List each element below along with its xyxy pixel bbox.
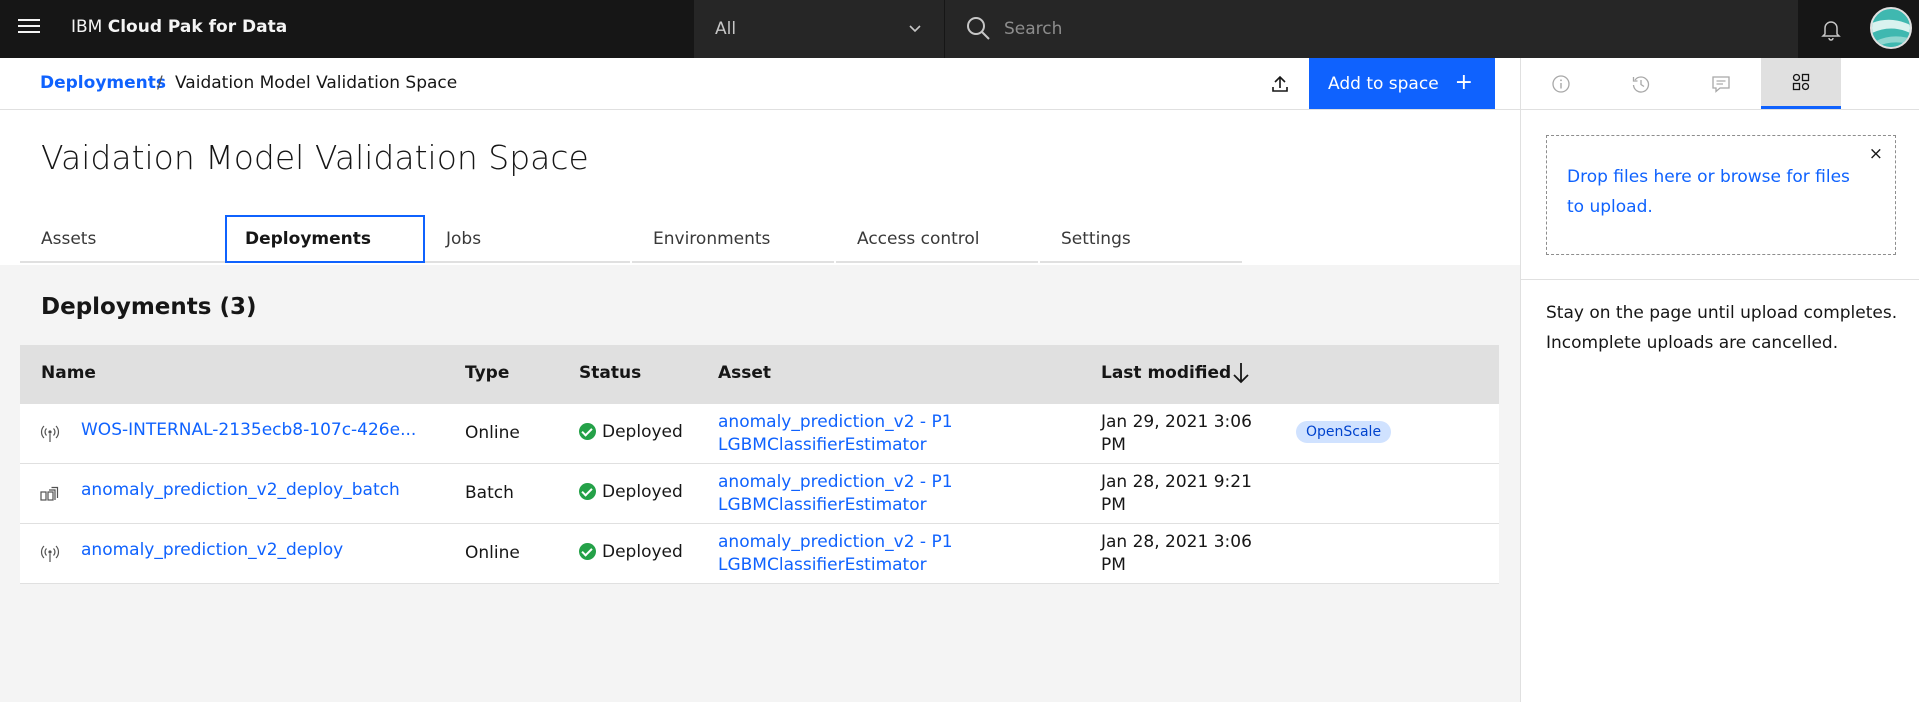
deployment-status: Deployed [579,542,683,562]
deployment-name-link[interactable]: anomaly_prediction_v2_deploy [81,540,343,560]
checkmark-success-icon [579,483,596,500]
search-scope-dropdown[interactable]: All [694,0,944,58]
openscale-tag: OpenScale [1296,421,1392,443]
deployment-status: Deployed [579,422,683,442]
tab-assets[interactable]: Assets [20,215,225,263]
page-header: Vaidation Model Validation Space Assets … [0,110,1520,265]
hamburger-menu-icon[interactable] [18,19,40,37]
asset-name: anomaly_prediction_v2 - P1 [718,532,953,552]
deployment-type: Batch [465,483,514,503]
breadcrumb-current: Vaidation Model Validation Space [175,73,458,93]
status-text: Deployed [602,422,683,442]
checkmark-success-icon [579,423,596,440]
last-modified-date: Jan 28, 2021 9:21 [1101,472,1252,492]
asset-name: anomaly_prediction_v2 - P1 [718,472,953,492]
upload-button[interactable] [1262,66,1298,102]
breadcrumb-separator: / [157,73,163,93]
status-text: Deployed [602,542,683,562]
file-dropzone[interactable]: × Drop files here or browse for files to… [1546,135,1896,255]
tab-jobs[interactable]: Jobs [425,215,630,263]
last-modified-ampm: PM [1101,435,1126,455]
column-header-last-modified[interactable]: Last modified [1101,363,1231,383]
last-modified-date: Jan 28, 2021 3:06 [1101,532,1252,552]
batch-deployment-icon [40,486,59,501]
add-to-space-label: Add to space [1328,73,1439,94]
browse-files-link[interactable]: Drop files here or browse for files to u… [1567,162,1867,222]
search-icon [967,17,990,40]
chevron-down-icon [909,25,921,33]
chat-icon [1712,75,1730,93]
last-modified-date: Jan 29, 2021 3:06 [1101,412,1252,432]
sort-descending-icon[interactable] [1229,360,1253,386]
checkmark-success-icon [579,543,596,560]
deployment-status: Deployed [579,482,683,502]
status-text: Deployed [602,482,683,502]
deployment-name-link[interactable]: anomaly_prediction_v2_deploy_batch [81,480,400,500]
bell-icon [1821,21,1841,41]
info-icon [1552,74,1570,93]
deployments-table: Name Type Status Asset Last modified WOS… [20,345,1499,584]
asset-link[interactable]: anomaly_prediction_v2 - P1 LGBMClassifie… [718,411,953,457]
search-bar [945,0,1798,58]
last-modified: Jan 29, 2021 3:06 PM [1101,411,1252,457]
tab-access-control[interactable]: Access control [836,215,1038,263]
column-header-name[interactable]: Name [41,363,96,383]
column-header-type[interactable]: Type [465,363,509,383]
panel-divider [1521,279,1919,280]
page-title: Vaidation Model Validation Space [41,138,589,177]
data-assets-tab[interactable] [1761,58,1841,109]
upload-icon [1272,75,1288,92]
tab-settings[interactable]: Settings [1040,215,1242,263]
data-icon [1792,73,1810,91]
about-tab[interactable] [1521,58,1601,109]
tab-deployments[interactable]: Deployments [225,215,425,263]
asset-model: LGBMClassifierEstimator [718,435,927,455]
asset-name: anomaly_prediction_v2 - P1 [718,412,953,432]
asset-link[interactable]: anomaly_prediction_v2 - P1 LGBMClassifie… [718,471,953,517]
asset-model: LGBMClassifierEstimator [718,495,927,515]
table-header: Name Type Status Asset Last modified [20,345,1499,404]
last-modified-ampm: PM [1101,555,1126,575]
product-name: IBM Cloud Pak for Data [71,17,287,37]
deployment-type: Online [465,543,520,563]
side-panel: × Drop files here or browse for files to… [1520,58,1919,702]
history-tab[interactable] [1601,58,1681,109]
online-deployment-icon [40,425,60,442]
avatar[interactable] [1870,7,1912,49]
last-modified: Jan 28, 2021 9:21 PM [1101,471,1252,517]
breadcrumb-deployments-link[interactable]: Deployments [40,73,166,93]
deployment-type: Online [465,423,520,443]
online-deployment-icon [40,545,60,562]
last-modified: Jan 28, 2021 3:06 PM [1101,531,1252,577]
comments-tab[interactable] [1681,58,1761,109]
add-to-space-button[interactable]: Add to space + [1309,58,1495,109]
asset-model: LGBMClassifierEstimator [718,555,927,575]
column-header-status[interactable]: Status [579,363,641,383]
table-row: anomaly_prediction_v2_deploy_batch Batch… [20,464,1499,524]
column-header-asset[interactable]: Asset [718,363,771,383]
upload-note: Stay on the page until upload completes.… [1546,303,1898,353]
brand-prefix: IBM [71,17,103,37]
side-panel-tabs [1521,58,1919,110]
deployments-section-title: Deployments (3) [41,294,257,320]
history-icon [1632,75,1650,93]
scope-value: All [715,19,737,39]
table-row: anomaly_prediction_v2_deploy Online Depl… [20,524,1499,584]
last-modified-ampm: PM [1101,495,1126,515]
close-icon[interactable]: × [1869,144,1883,164]
plus-icon: + [1454,70,1473,95]
brand-name: Cloud Pak for Data [107,17,288,37]
table-row: WOS-INTERNAL-2135ecb8-107c-426e... Onlin… [20,404,1499,464]
tab-environments[interactable]: Environments [632,215,834,263]
deployment-name-link[interactable]: WOS-INTERNAL-2135ecb8-107c-426e... [81,420,416,440]
breadcrumb-bar: Deployments / Vaidation Model Validation… [0,58,1520,110]
search-input[interactable] [1004,14,1704,44]
asset-link[interactable]: anomaly_prediction_v2 - P1 LGBMClassifie… [718,531,953,577]
top-header: IBM Cloud Pak for Data All [0,0,1919,58]
notifications-button[interactable] [1800,0,1862,58]
